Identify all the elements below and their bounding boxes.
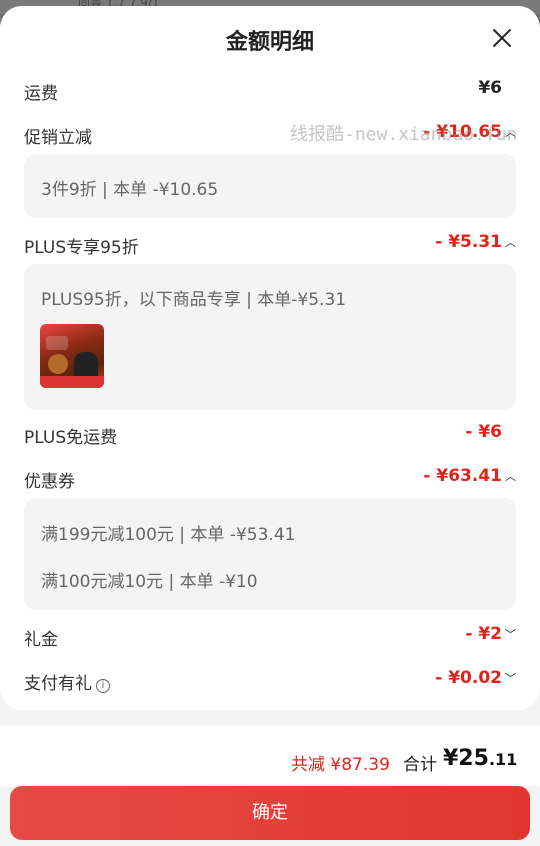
chevron-up-icon[interactable]: ︿ [505, 471, 516, 482]
chevron-down-icon[interactable]: ﹀ [505, 673, 516, 684]
coupon-detail-2: 满100元减10元 | 本单 -¥10 [41, 572, 258, 592]
pay-gift-amount: - ¥0.02 [435, 668, 502, 688]
watermark: 线报酷-new.xianbao.fun [290, 124, 518, 145]
plus-shipping-amount: - ¥6 [465, 422, 502, 442]
gift-row[interactable]: 礼金 - ¥2 ﹀ [24, 622, 516, 652]
coupon-label: 优惠券 [24, 472, 75, 492]
shipping-label: 运费 [24, 84, 58, 104]
total-amount: ¥25.11 [443, 746, 518, 771]
plus-label: PLUS专享95折 [24, 238, 139, 258]
confirm-button[interactable]: 确定 [10, 786, 530, 840]
plus-amount: - ¥5.31 [435, 232, 502, 252]
total-label: 合计 [403, 755, 437, 775]
close-icon[interactable] [490, 26, 514, 50]
info-icon[interactable]: i [96, 679, 110, 693]
promo-label: 促销立减 [24, 128, 92, 148]
pay-gift-label: 支付有礼 i [24, 669, 110, 694]
plus-detail-box: PLUS95折，以下商品专享 | 本单-¥5.31 [24, 264, 516, 410]
coupon-row[interactable]: 优惠券 - ¥63.41 ︿ [24, 464, 516, 494]
coupon-amount: - ¥63.41 [423, 466, 502, 486]
promo-detail-box: 3件9折 | 本单 -¥10.65 [24, 154, 516, 218]
detail-card: 金额明细 运费 ¥6 促销立减 - ¥10.65 ︿ 线报酷-new.xianb… [0, 6, 540, 710]
pay-gift-row[interactable]: 支付有礼 i - ¥0.02 ﹀ [24, 666, 516, 696]
shipping-amount: ¥6 [478, 78, 502, 98]
gift-amount: - ¥2 [465, 624, 502, 644]
plus-shipping-row: PLUS免运费 - ¥6 [24, 420, 516, 450]
plus-detail: PLUS95折，以下商品专享 | 本单-¥5.31 [41, 290, 347, 310]
promo-detail: 3件9折 | 本单 -¥10.65 [41, 180, 219, 200]
product-thumbnail[interactable] [40, 324, 104, 388]
summary-bar: 共减 ¥87.39 合计 ¥25.11 [0, 726, 540, 786]
chevron-down-icon[interactable]: ﹀ [505, 629, 516, 640]
coupon-detail-1: 满199元减100元 | 本单 -¥53.41 [41, 525, 296, 545]
amount-detail-sheet: 金额明细 运费 ¥6 促销立减 - ¥10.65 ︿ 线报酷-new.xianb… [0, 6, 540, 846]
shipping-row: 运费 ¥6 [24, 76, 516, 106]
gift-label: 礼金 [24, 630, 58, 650]
sheet-title: 金额明细 [225, 30, 314, 55]
plus-shipping-label: PLUS免运费 [24, 428, 118, 448]
chevron-up-icon[interactable]: ︿ [505, 237, 516, 248]
total-reduced: 共减 ¥87.39 [291, 755, 390, 775]
coupon-detail-box: 满199元减100元 | 本单 -¥53.41 满100元减10元 | 本单 -… [24, 498, 516, 610]
plus-row[interactable]: PLUS专享95折 - ¥5.31 ︿ [24, 230, 516, 260]
